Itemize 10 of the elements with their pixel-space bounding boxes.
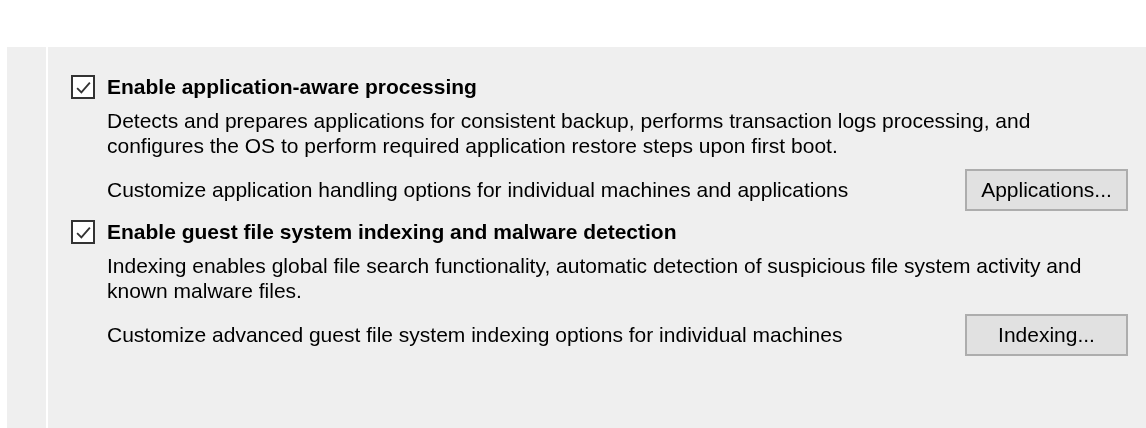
checkbox[interactable] [71, 75, 95, 99]
option-description: Indexing enables global file search functionality, automatic detection of suspicious file system activity and known malware files. [107, 253, 1082, 303]
option-description: Detects and prepares applications for consistent backup, performs transaction logs processing, and configures the OS to perform required application restore steps upon first boot. [107, 108, 1032, 158]
checkbox[interactable] [71, 220, 95, 244]
applications-button[interactable]: Applications... [965, 169, 1128, 211]
indexing-button[interactable]: Indexing... [965, 314, 1128, 356]
customize-text: Customize advanced guest file system indexing options for individual machines [107, 323, 843, 347]
customize-text: Customize application handling options for individual machines and applications [107, 178, 849, 202]
option-label: Enable application-aware processing [107, 75, 477, 99]
option-label: Enable guest file system indexing and malware detection [107, 220, 677, 244]
